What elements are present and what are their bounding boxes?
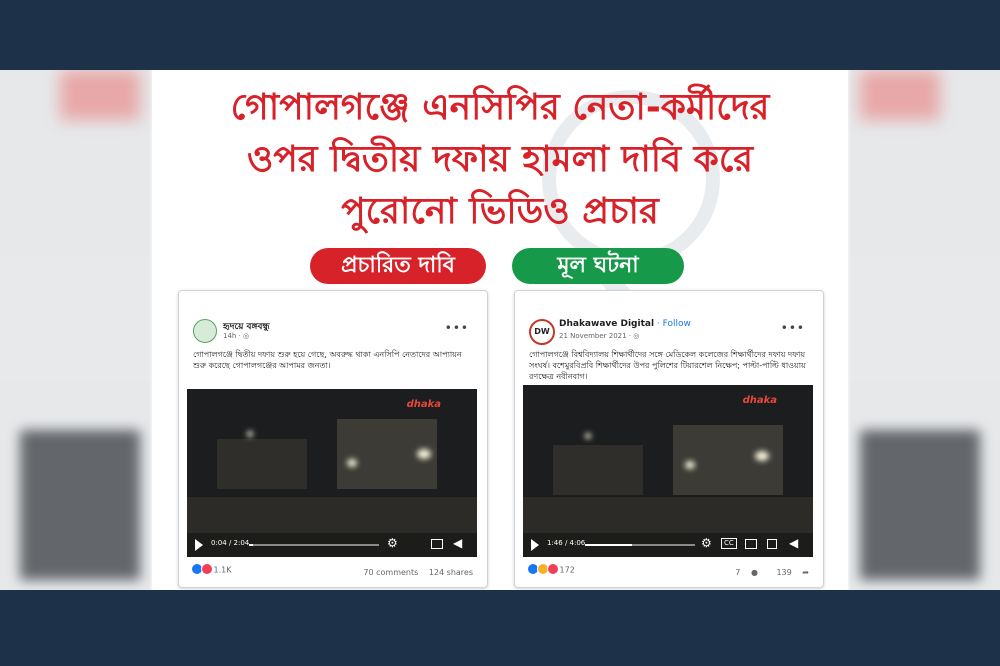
video-controls: 0:04 / 2:04 ⚙ ◀	[187, 533, 477, 557]
play-icon[interactable]	[531, 539, 539, 551]
pip-icon[interactable]	[431, 539, 443, 549]
volume-icon[interactable]: ◀	[453, 536, 462, 550]
shares-count[interactable]: 139 ➦	[768, 568, 809, 577]
love-icon	[547, 563, 559, 575]
blur-accent	[60, 70, 140, 120]
share-icon: ➦	[802, 568, 809, 577]
video-wall	[553, 445, 643, 495]
shares-number: 139	[776, 568, 792, 577]
blur-shade	[20, 430, 140, 580]
engagement-stats: 70 comments 124 shares	[355, 568, 473, 577]
reactions-summary[interactable]: 1.1K	[191, 563, 232, 577]
claim-label: প্রচারিত দাবি	[310, 248, 486, 284]
gear-icon[interactable]: ⚙	[387, 536, 398, 550]
video-building	[673, 425, 783, 495]
video-light	[585, 433, 591, 439]
reaction-icons	[527, 563, 559, 577]
factcheck-graphic: গোপালগঞ্জে এনসিপির নেতা-কর্মীদের ওপর দ্ব…	[0, 70, 1000, 590]
comments-count[interactable]: 7 ●	[727, 568, 758, 577]
reactions-summary[interactable]: 172	[527, 563, 575, 577]
blur-accent	[860, 70, 940, 120]
video-player[interactable]: dhaka 1:46 / 4:06 ⚙ CC ◀	[523, 385, 813, 557]
video-watermark: dhaka	[742, 395, 777, 406]
fullscreen-icon[interactable]	[767, 539, 777, 549]
comment-icon: ●	[750, 568, 758, 577]
video-light	[247, 431, 253, 437]
top-frame-band	[0, 0, 1000, 70]
post-time-text: 21 November 2021 ·	[559, 332, 634, 340]
post-text: গোপালগঞ্জে দ্বিতীয় দফায় শুরু হয়ে গেছে…	[193, 350, 462, 370]
page-avatar[interactable]: DW	[529, 319, 555, 345]
post-time-text: 14h ·	[223, 332, 244, 340]
headline-line-2: ওপর দ্বিতীয় দফায় হামলা দাবি করে	[246, 139, 754, 180]
video-light	[755, 451, 769, 461]
blur-shade	[860, 430, 980, 580]
headline-line-3: পুরোনো ভিডিও প্রচার	[341, 191, 659, 232]
video-time: 0:04 / 2:04	[211, 539, 250, 547]
page-name: Dhakawave Digital · Follow	[559, 319, 691, 329]
post-time: 21 November 2021 · ◎	[559, 332, 639, 340]
reaction-icons	[191, 563, 213, 577]
blurred-background-right	[850, 70, 1000, 590]
page-name-text[interactable]: Dhakawave Digital	[559, 319, 654, 329]
headline: গোপালগঞ্জে এনসিপির নেতা-কর্মীদের ওপর দ্ব…	[172, 82, 828, 238]
video-time: 1:46 / 4:06	[547, 539, 586, 547]
video-controls: 1:46 / 4:06 ⚙ CC ◀	[523, 533, 813, 557]
video-wall	[217, 439, 307, 489]
reaction-count: 1.1K	[213, 565, 232, 575]
video-progress-bar[interactable]	[585, 544, 695, 546]
video-progress-fill	[585, 544, 633, 546]
more-icon[interactable]: •••	[445, 321, 469, 335]
reaction-count: 172	[559, 565, 575, 575]
page-avatar[interactable]	[193, 319, 217, 343]
video-player[interactable]: dhaka 0:04 / 2:04 ⚙ ◀	[187, 389, 477, 557]
shares-count[interactable]: 124 shares	[429, 568, 473, 577]
play-icon[interactable]	[195, 539, 203, 551]
more-icon[interactable]: •••	[781, 321, 805, 335]
follow-link[interactable]: · Follow	[654, 319, 691, 329]
post-time: 14h · ◎	[223, 332, 249, 340]
video-light	[347, 459, 357, 467]
video-light	[417, 449, 431, 459]
love-icon	[201, 563, 213, 575]
bottom-frame-band	[0, 590, 1000, 666]
claim-post: হৃদয়ে বঙ্গবন্ধু 14h · ◎ ••• গোপালগঞ্জে …	[178, 290, 488, 588]
video-progress-fill	[249, 544, 253, 546]
comments-number: 7	[735, 568, 741, 577]
video-light	[685, 461, 695, 469]
captions-button[interactable]: CC	[721, 538, 737, 549]
globe-icon: ◎	[633, 332, 640, 340]
pip-icon[interactable]	[745, 539, 757, 549]
fact-label: মূল ঘটনা	[512, 248, 684, 284]
comments-count[interactable]: 70 comments	[363, 568, 418, 577]
blurred-background-left	[0, 70, 150, 590]
gear-icon[interactable]: ⚙	[701, 536, 712, 550]
original-post: DW Dhakawave Digital · Follow 21 Novembe…	[514, 290, 824, 588]
volume-icon[interactable]: ◀	[789, 536, 798, 550]
factcheck-card: গোপালগঞ্জে এনসিপির নেতা-কর্মীদের ওপর দ্ব…	[152, 70, 848, 590]
post-text: গোপালগঞ্জে বিশ্ববিদ্যালয় শিক্ষার্থীদের …	[529, 350, 806, 381]
headline-line-1: গোপালগঞ্জে এনসিপির নেতা-কর্মীদের	[230, 87, 770, 128]
video-progress-bar[interactable]	[249, 544, 379, 546]
video-watermark: dhaka	[406, 399, 441, 410]
engagement-stats: 7 ● 139 ➦	[719, 568, 809, 577]
globe-icon: ◎	[243, 332, 250, 340]
